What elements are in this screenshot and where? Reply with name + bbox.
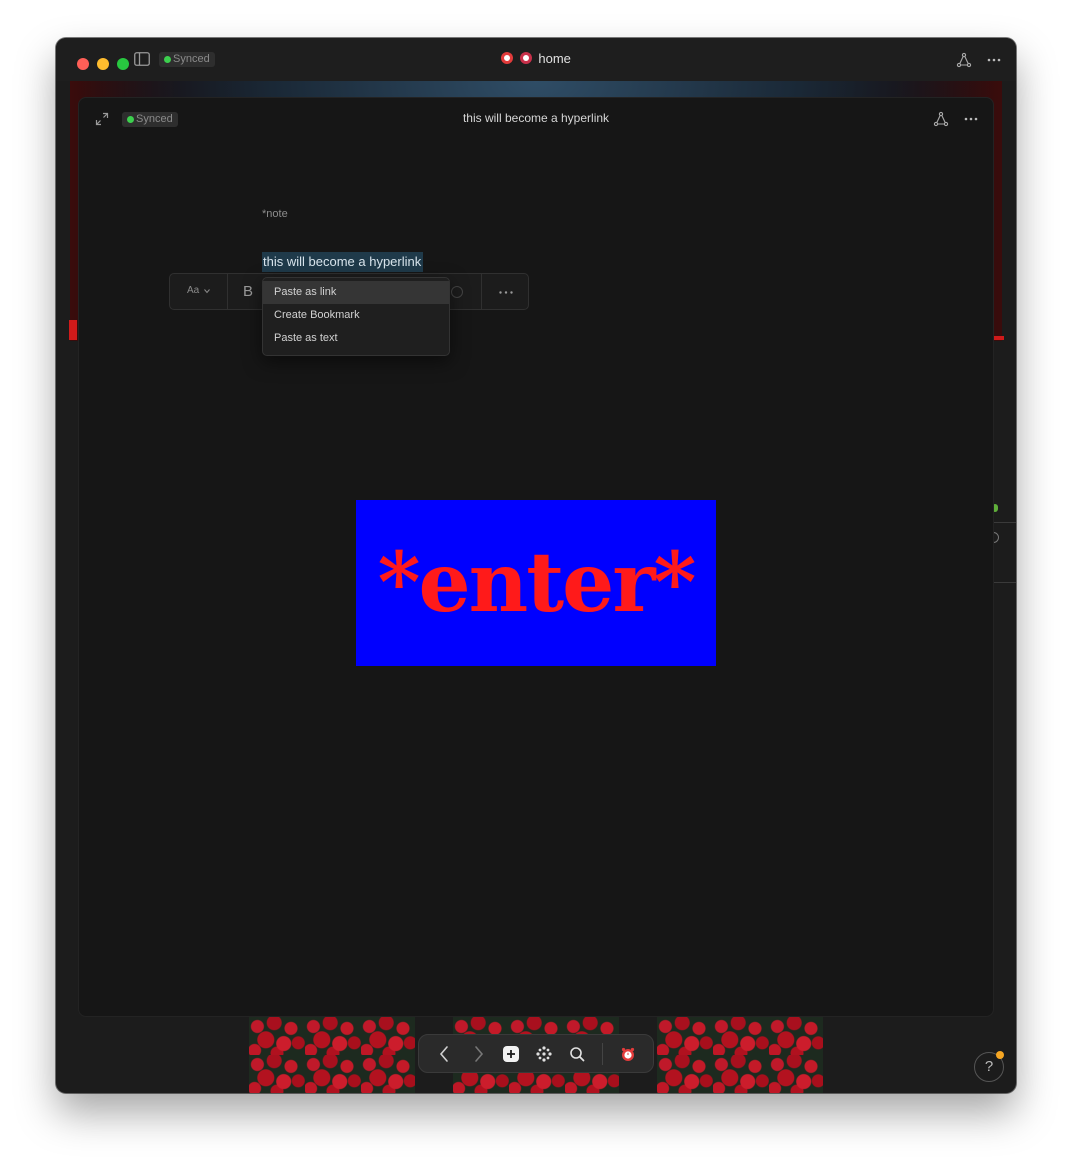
title-bar: Synced home — [56, 38, 1016, 81]
background-divider — [992, 582, 1016, 583]
heart-icon — [519, 52, 532, 64]
selected-text-block[interactable]: this will become a hyperlink — [262, 252, 424, 272]
bold-button[interactable]: B — [243, 283, 253, 300]
panel-title: this will become a hyperlink — [462, 111, 610, 125]
enter-image[interactable]: *enter* — [356, 500, 716, 666]
color-picker-icon[interactable] — [451, 286, 463, 298]
background-divider — [992, 522, 1016, 523]
peek-panel: Synced this will become a hyperlink *not… — [78, 97, 994, 1017]
chevron-down-icon — [204, 289, 210, 294]
toolbar-divider — [481, 274, 482, 309]
panel-graph-view-icon[interactable] — [933, 111, 949, 127]
more-options-icon[interactable] — [986, 52, 1002, 68]
graph-view-icon[interactable] — [956, 52, 972, 68]
note-tag[interactable]: *note — [262, 208, 288, 220]
apps-icon[interactable] — [533, 1043, 555, 1065]
banner-accent — [69, 320, 77, 340]
paste-as-text-item[interactable]: Paste as text — [263, 327, 449, 350]
panel-more-options-icon[interactable] — [963, 111, 979, 127]
notification-dot — [996, 1051, 1004, 1059]
back-arrow-icon[interactable] — [433, 1043, 455, 1065]
enter-image-text: *enter* — [377, 535, 697, 631]
toolbar-more-icon[interactable] — [499, 291, 513, 294]
app-window: Synced home Synced this will become a hy… — [56, 38, 1016, 1093]
new-page-icon[interactable] — [500, 1043, 522, 1065]
create-bookmark-item[interactable]: Create Bookmark — [263, 304, 449, 327]
bottom-dock — [418, 1034, 654, 1073]
alarm-clock-icon[interactable] — [617, 1043, 639, 1065]
banner-accent — [994, 336, 1004, 340]
window-title-label: home — [538, 51, 571, 66]
roses-background-image — [657, 1017, 823, 1093]
window-title: home — [56, 51, 1016, 66]
paste-options-menu: Paste as link Create Bookmark Paste as t… — [262, 277, 450, 356]
paste-as-link-item[interactable]: Paste as link — [263, 281, 449, 304]
alarm-clock-icon — [501, 52, 514, 64]
dock-divider — [602, 1043, 603, 1065]
roses-background-image — [249, 1017, 415, 1093]
forward-arrow-icon[interactable] — [468, 1043, 490, 1065]
text-style-dropdown[interactable]: Aa — [187, 285, 199, 296]
toolbar-divider — [227, 274, 228, 309]
search-icon[interactable] — [566, 1043, 588, 1065]
